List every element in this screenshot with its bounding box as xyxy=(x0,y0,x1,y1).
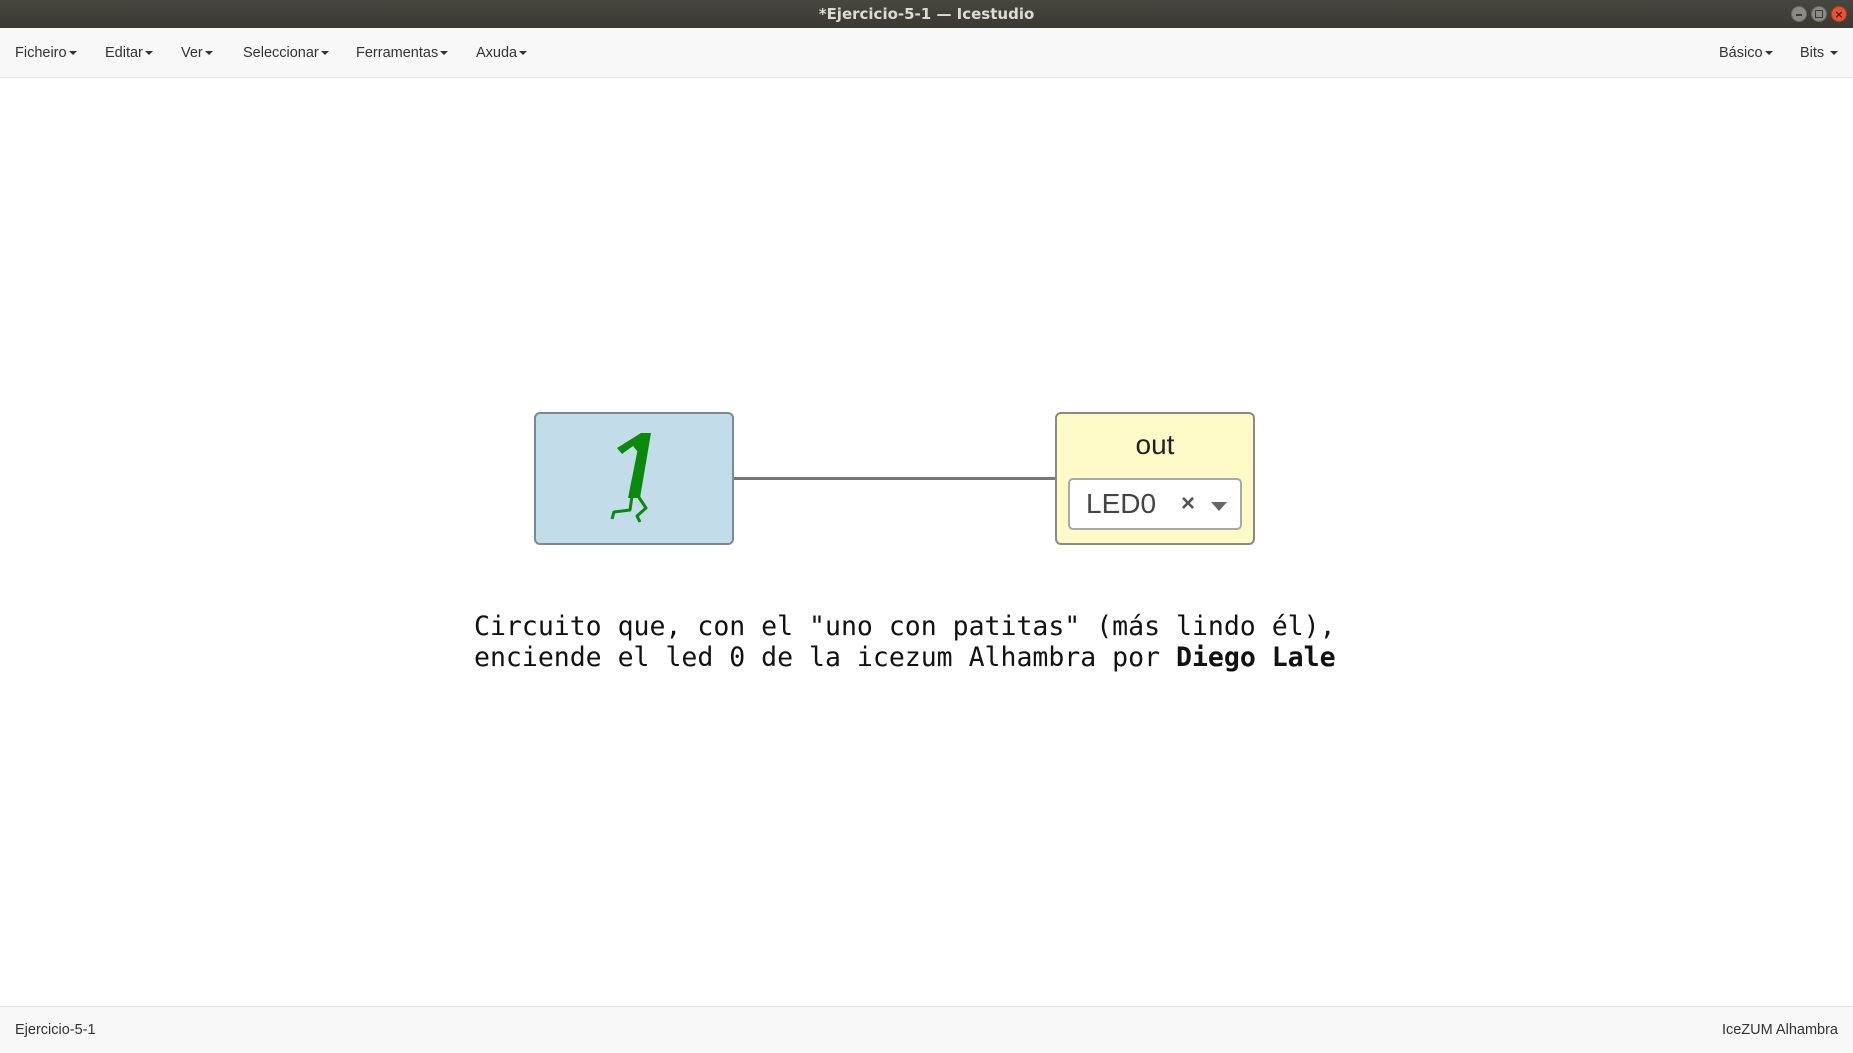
menu-ferramentas[interactable]: Ferramentas xyxy=(356,28,449,78)
close-icon: × xyxy=(1834,8,1844,21)
menu-editar[interactable]: Editar xyxy=(105,28,153,78)
comment-line-2: enciende el led 0 de la icezum Alhambra … xyxy=(474,642,1176,673)
menu-label: Axuda xyxy=(476,45,518,61)
caret-down-icon xyxy=(1830,51,1839,56)
menu-bits[interactable]: Bits xyxy=(1800,28,1839,78)
output-label: out xyxy=(1135,429,1175,460)
caret-down-icon xyxy=(320,51,329,56)
dropdown-arrow-icon[interactable] xyxy=(1211,502,1227,511)
wire[interactable] xyxy=(734,477,1055,480)
menu-ficheiro[interactable]: Ficheiro xyxy=(15,28,77,78)
info-comment[interactable]: Circuito que, con el "uno con patitas" (… xyxy=(474,611,1336,673)
caret-down-icon xyxy=(204,51,213,56)
menu-label: Ver xyxy=(181,45,203,61)
walking-one-icon xyxy=(610,433,651,523)
status-bar: Ejercicio-5-1 IceZUM Alhambra xyxy=(0,1006,1853,1053)
design-canvas[interactable] xyxy=(0,79,1853,1006)
minimize-button[interactable] xyxy=(1791,6,1807,22)
comment-author: Diego Lale xyxy=(1176,642,1336,673)
caret-down-icon xyxy=(68,51,77,56)
menu-ver[interactable]: Ver xyxy=(181,28,213,78)
board-name: IceZUM Alhambra xyxy=(1721,1022,1838,1038)
comment-line-1: Circuito que, con el "uno con patitas" (… xyxy=(474,611,1336,642)
icestudio-window: *Ejercicio-5-1 — Icestudio × Ficheiro Ed… xyxy=(0,0,1853,1053)
menu-label: Ferramentas xyxy=(356,45,439,61)
maximize-button[interactable] xyxy=(1811,6,1827,22)
caret-down-icon xyxy=(1764,51,1773,56)
menu-label: Seleccionar xyxy=(243,45,319,61)
window-title: *Ejercicio-5-1 — Icestudio xyxy=(818,5,1035,23)
caret-down-icon xyxy=(440,51,449,56)
menu-axuda[interactable]: Axuda xyxy=(476,28,528,78)
menu-label: Editar xyxy=(105,45,143,61)
caret-down-icon xyxy=(144,51,153,56)
clear-icon[interactable]: × xyxy=(1181,489,1195,519)
menu-seleccionar[interactable]: Seleccionar xyxy=(243,28,329,78)
project-name: Ejercicio-5-1 xyxy=(15,1022,96,1038)
window-controls: × xyxy=(1791,6,1847,22)
menu-basico[interactable]: Básico xyxy=(1719,28,1773,78)
menu-bar: Ficheiro Editar Ver Seleccionar Ferramen… xyxy=(0,28,1853,78)
pin-select-value: LED0 xyxy=(1086,488,1157,519)
menu-label: Bits xyxy=(1800,45,1825,61)
menu-label: Ficheiro xyxy=(15,45,67,61)
title-bar: *Ejercicio-5-1 — Icestudio × xyxy=(0,0,1853,28)
menu-label: Básico xyxy=(1719,45,1763,61)
close-button[interactable]: × xyxy=(1831,6,1847,22)
caret-down-icon xyxy=(519,51,528,56)
